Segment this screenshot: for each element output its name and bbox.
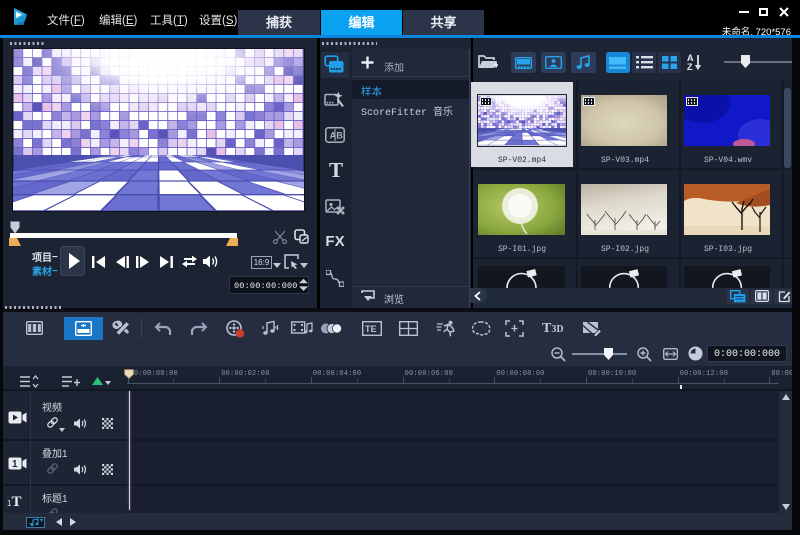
svg-text:Z: Z — [687, 62, 693, 71]
svg-text:B: B — [336, 131, 343, 141]
svg-text:TE: TE — [365, 324, 377, 334]
svg-text:1: 1 — [12, 459, 18, 470]
